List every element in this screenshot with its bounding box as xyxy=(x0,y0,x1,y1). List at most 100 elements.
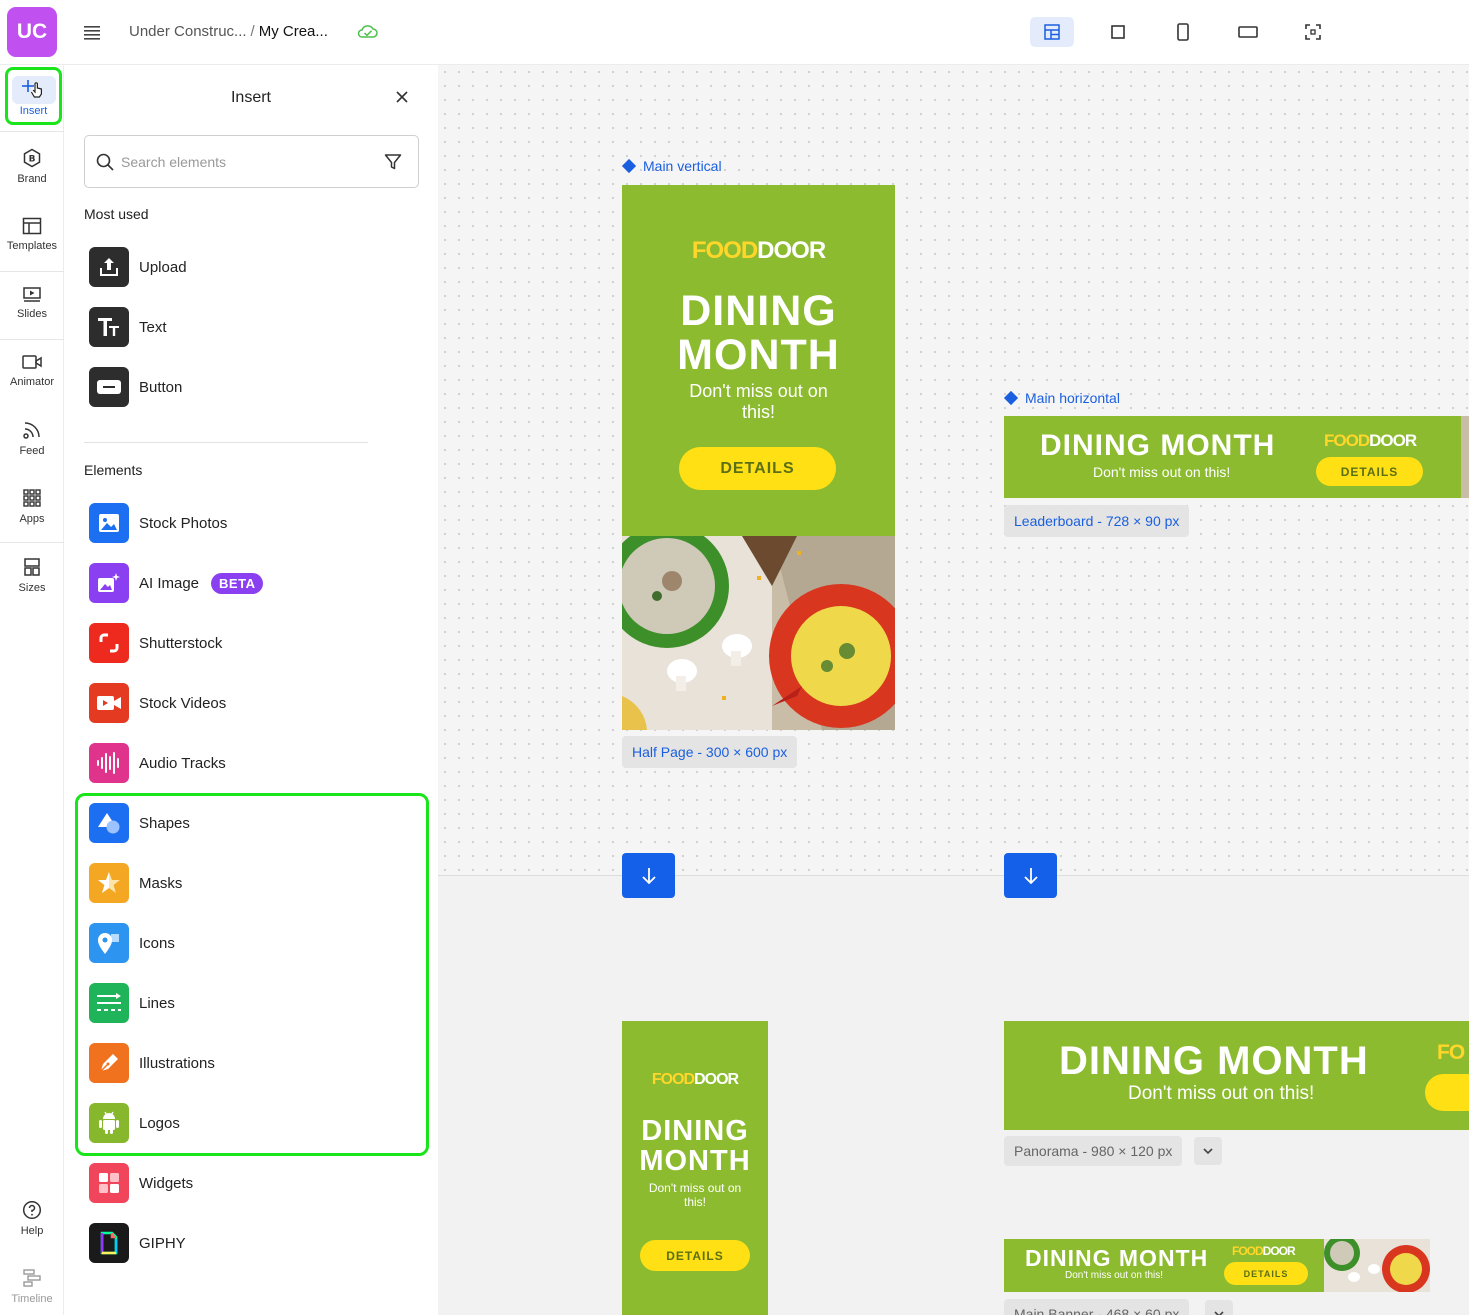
half-page-size-tag[interactable]: Half Page - 300 × 600 px xyxy=(622,736,798,768)
download-button[interactable] xyxy=(1004,853,1057,898)
layout-view-button[interactable] xyxy=(1030,17,1074,47)
panel-divider xyxy=(84,442,368,443)
insert-stock-photos[interactable]: Stock Photos xyxy=(89,502,389,544)
panorama-size-tag[interactable]: Panorama - 980 × 120 px xyxy=(1004,1136,1183,1166)
main-banner-food-photo xyxy=(1324,1239,1430,1292)
rail-apps[interactable]: Apps xyxy=(0,475,64,537)
left-rail: Insert B Brand Templates Slides Animator… xyxy=(0,65,64,1315)
templates-icon xyxy=(22,217,42,234)
filter-icon[interactable] xyxy=(383,152,403,172)
feed-icon xyxy=(23,421,40,439)
rail-slides[interactable]: Slides xyxy=(0,271,64,333)
insert-stock-videos-label: Stock Videos xyxy=(139,694,227,712)
main-vertical-text: Main vertical xyxy=(643,158,722,174)
insert-audio-tracks[interactable]: Audio Tracks xyxy=(89,742,389,784)
download-button[interactable] xyxy=(622,853,675,898)
cloud-saved-icon xyxy=(357,25,378,38)
main-banner-brand: FOODDOOR xyxy=(1232,1244,1296,1258)
leaderboard-size-tag[interactable]: Leaderboard - 728 × 90 px xyxy=(1004,505,1190,537)
pen-icon xyxy=(89,1043,129,1083)
insert-widgets[interactable]: Widgets xyxy=(89,1162,389,1204)
main-horizontal-label[interactable]: Main horizontal xyxy=(1003,390,1120,406)
insert-illustrations[interactable]: Illustrations xyxy=(89,1042,389,1084)
hamburger-menu-icon[interactable] xyxy=(82,22,102,42)
insert-upload-label: Upload xyxy=(139,258,187,276)
skyscraper-subline: Don't miss out on this! xyxy=(648,1181,742,1209)
rail-sizes[interactable]: Sizes xyxy=(0,544,64,606)
insert-icons[interactable]: Icons xyxy=(89,922,389,964)
search-icon xyxy=(96,153,114,171)
diamond-icon xyxy=(1003,390,1019,406)
insert-stock-videos[interactable]: Stock Videos xyxy=(89,682,389,724)
landscape-view-button[interactable] xyxy=(1226,17,1270,47)
image-icon xyxy=(89,503,129,543)
insert-upload[interactable]: Upload xyxy=(89,246,389,288)
insert-masks[interactable]: Masks xyxy=(89,862,389,904)
square-view-button[interactable] xyxy=(1096,17,1140,47)
workspace-logo[interactable]: UC xyxy=(7,7,57,57)
rail-sizes-label: Sizes xyxy=(18,581,46,594)
main-banner-size-tag[interactable]: Main Banner - 468 × 60 px xyxy=(1004,1299,1190,1315)
audio-icon xyxy=(89,743,129,783)
video-icon xyxy=(89,683,129,723)
ad-headline-line2: MONTH xyxy=(677,331,840,379)
insert-logos[interactable]: Logos xyxy=(89,1102,389,1144)
main-banner-headline: DINING MONTH xyxy=(1025,1245,1209,1271)
insert-shutterstock[interactable]: Shutterstock xyxy=(89,622,389,664)
insert-logos-label: Logos xyxy=(139,1114,180,1132)
ad-brand-a: FOOD xyxy=(691,237,758,264)
breadcrumb-parent[interactable]: Under Construc... xyxy=(129,23,247,40)
insert-giphy[interactable]: GIPHY xyxy=(89,1222,389,1264)
breadcrumb: Under Construc... / My Crea... xyxy=(129,23,328,40)
rail-templates[interactable]: Templates xyxy=(0,203,64,265)
rail-feed[interactable]: Feed xyxy=(0,407,64,469)
size-dropdown[interactable] xyxy=(1205,1300,1233,1315)
star-mask-icon xyxy=(89,863,129,903)
ad-headline-line1: DINING xyxy=(680,287,837,335)
shapes-icon xyxy=(89,803,129,843)
timeline-icon xyxy=(23,1268,41,1287)
skyscraper-ad[interactable]: FOODDOOR DINING MONTH Don't miss out on … xyxy=(622,1021,768,1315)
rail-templates-label: Templates xyxy=(6,239,58,252)
fit-screen-icon xyxy=(1305,24,1321,40)
insert-text[interactable]: Text xyxy=(89,306,389,348)
size-dropdown[interactable] xyxy=(1194,1137,1222,1165)
insert-button[interactable]: Button xyxy=(89,366,389,408)
rail-timeline[interactable]: Timeline xyxy=(0,1255,64,1315)
elements-heading: Elements xyxy=(84,462,143,478)
main-banner-ad[interactable]: DINING MONTH Don't miss out on this! FOO… xyxy=(1004,1239,1430,1292)
rail-feed-label: Feed xyxy=(19,444,45,457)
main-vertical-label[interactable]: Main vertical xyxy=(621,158,722,174)
rail-animator[interactable]: Animator xyxy=(0,339,64,401)
panorama-headline: DINING MONTH xyxy=(1059,1039,1369,1083)
insert-lines-label: Lines xyxy=(139,994,175,1012)
portrait-view-button[interactable] xyxy=(1161,17,1205,47)
leaderboard-details-button: DETAILS xyxy=(1316,457,1423,486)
half-page-ad[interactable]: FOODDOOR DINING MONTH Don't miss out on … xyxy=(622,185,895,730)
panorama-ad[interactable]: DINING MONTH Don't miss out on this! FO xyxy=(1004,1021,1469,1130)
insert-text-label: Text xyxy=(139,318,167,336)
insert-ai-image[interactable]: AI Image BETA xyxy=(89,562,389,604)
main-horizontal-text: Main horizontal xyxy=(1025,390,1120,406)
close-icon[interactable] xyxy=(394,89,410,105)
plus-icon xyxy=(21,80,42,98)
insert-illustrations-label: Illustrations xyxy=(139,1054,215,1072)
rail-help[interactable]: Help xyxy=(0,1187,64,1249)
insert-shapes-label: Shapes xyxy=(139,814,190,832)
square-icon xyxy=(1111,25,1125,39)
rail-brand[interactable]: B Brand xyxy=(0,135,64,197)
fit-screen-button[interactable] xyxy=(1291,17,1335,47)
skyscraper-brand: FOODDOOR xyxy=(622,1071,768,1089)
breadcrumb-current[interactable]: My Crea... xyxy=(259,23,328,40)
insert-shapes[interactable]: Shapes xyxy=(89,802,389,844)
rail-insert[interactable]: Insert xyxy=(5,67,62,125)
search-input[interactable] xyxy=(121,150,371,174)
insert-lines[interactable]: Lines xyxy=(89,982,389,1024)
arrow-down-icon xyxy=(641,867,656,884)
animator-icon xyxy=(22,354,42,369)
leaderboard-ad[interactable]: DINING MONTH Don't miss out on this! FOO… xyxy=(1004,416,1469,498)
rail-divider xyxy=(0,131,64,132)
ad-brand-b: DOOR xyxy=(694,1071,739,1088)
most-used-heading: Most used xyxy=(84,206,149,222)
shutterstock-icon xyxy=(89,623,129,663)
